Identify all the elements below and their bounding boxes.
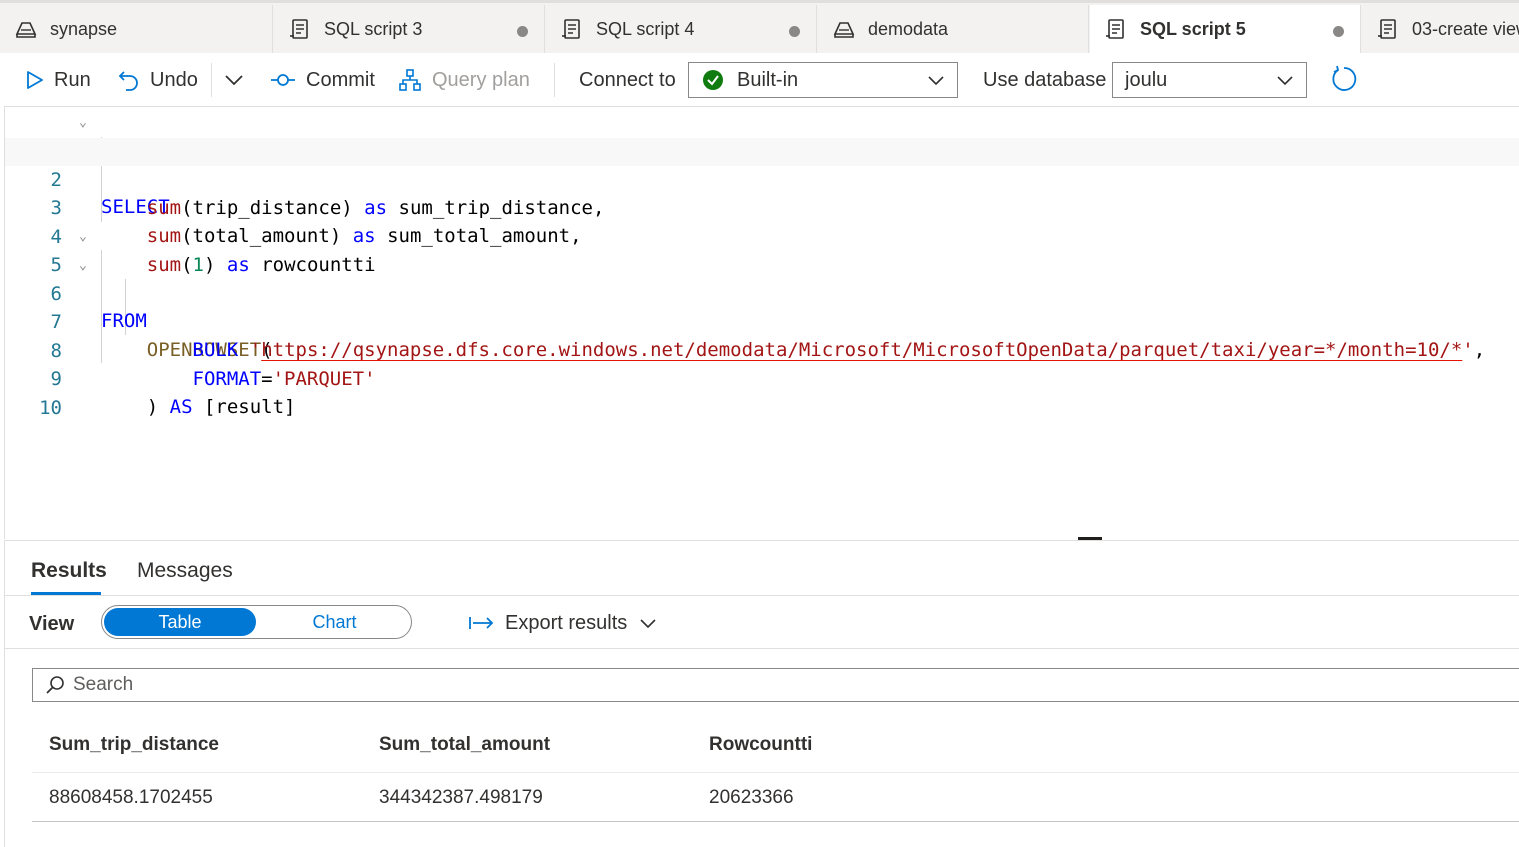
code-line: 8 FORMAT='PARQUET' — [5, 309, 1519, 390]
fold-chevron-icon[interactable]: ⌄ — [79, 223, 87, 251]
play-icon — [27, 71, 43, 89]
fold-chevron-icon[interactable]: ⌄ — [79, 109, 87, 137]
code-line: 3 sum(total_amount) as sum_total_amount, — [5, 166, 1519, 247]
code-line: 4 sum(1) as rowcountti — [5, 195, 1519, 276]
code-line: 9 ) AS [result] — [5, 337, 1519, 418]
row-divider — [32, 821, 1519, 822]
query-plan-button[interactable]: Query plan — [398, 66, 530, 94]
view-option-chart[interactable]: Chart — [262, 608, 407, 636]
connect-to-dropdown[interactable]: Built-in — [688, 62, 958, 98]
commit-icon — [271, 74, 295, 86]
export-results-button[interactable]: Export results — [469, 611, 667, 635]
chevron-down-icon — [225, 75, 243, 86]
line-number: 10 — [39, 397, 62, 419]
use-database-value: joulu — [1125, 68, 1168, 91]
undo-icon — [118, 71, 138, 91]
script-icon — [1376, 17, 1400, 41]
use-database-dropdown[interactable]: joulu — [1112, 62, 1307, 98]
view-label: View — [29, 613, 75, 635]
export-results-label: Export results — [505, 611, 628, 634]
chevron-down-icon — [1277, 76, 1293, 86]
tab-sql-script-5[interactable]: SQL script 5 — [1090, 5, 1361, 53]
divider — [5, 595, 1519, 596]
success-check-icon — [703, 70, 723, 90]
table-cell: 344342387.498179 — [379, 787, 543, 808]
database-icon — [832, 17, 856, 41]
run-label: Run — [54, 68, 91, 91]
toolbar-divider — [211, 63, 212, 97]
script-icon — [288, 17, 312, 41]
tab-sql-script-3[interactable]: SQL script 3 — [274, 5, 545, 53]
code-line: 7 BULK 'https://qsynapse.dfs.core.window… — [5, 280, 1519, 361]
sql-code-editor[interactable]: 1 ⌄ SELECT 2 sum(trip_distance) as sum_t… — [4, 107, 1519, 539]
unsaved-dot-icon — [789, 26, 800, 37]
code-line: 1 ⌄ SELECT — [5, 109, 1519, 218]
refresh-icon — [1332, 65, 1357, 91]
tab-03-create-view[interactable]: 03-create view — [1362, 5, 1519, 53]
results-pane: Results Messages View Table Chart Export… — [4, 540, 1519, 847]
undo-label: Undo — [150, 68, 198, 91]
code-line: 5 ⌄ FROM — [5, 223, 1519, 332]
tab-label: SQL script 4 — [596, 18, 695, 39]
use-database-label: Use database — [983, 68, 1107, 91]
column-header[interactable]: Sum_total_amount — [379, 734, 550, 756]
undo-button[interactable]: Undo — [118, 66, 198, 94]
keyword: AS — [169, 396, 193, 418]
table-cell: 20623366 — [709, 787, 794, 808]
document-tab-bar: synapse SQL script 3 SQL script 4 demoda… — [0, 0, 1519, 53]
editor-toolbar: Run Undo Commit Query plan Connect to Bu… — [4, 53, 1519, 107]
tab-demodata[interactable]: demodata — [818, 5, 1089, 53]
view-toggle: Table Chart — [101, 605, 412, 639]
view-option-table[interactable]: Table — [104, 608, 256, 636]
script-icon — [1104, 17, 1128, 41]
tab-label: synapse — [50, 18, 118, 39]
tab-label: SQL script 5 — [1140, 18, 1246, 39]
unsaved-dot-icon — [517, 26, 528, 37]
run-button[interactable]: Run — [26, 66, 91, 94]
tab-synapse[interactable]: synapse — [0, 5, 273, 53]
database-icon — [14, 17, 38, 41]
connect-to-label: Connect to — [579, 68, 676, 91]
script-icon — [560, 17, 584, 41]
refresh-button[interactable] — [1330, 65, 1368, 93]
undo-dropdown-button[interactable] — [224, 66, 254, 94]
results-search-input[interactable]: Search — [32, 668, 1519, 702]
chevron-down-icon — [928, 76, 944, 86]
search-placeholder: Search — [73, 674, 134, 695]
column-header[interactable]: Rowcountti — [709, 734, 812, 756]
column-header[interactable]: Sum_trip_distance — [49, 734, 219, 756]
table-cell: 88608458.1702455 — [49, 787, 213, 808]
header-divider — [32, 772, 1519, 773]
divider — [5, 648, 1519, 649]
connect-to-value: Built-in — [737, 68, 799, 91]
toolbar-divider — [554, 63, 555, 97]
code-line: 10 — [5, 366, 1519, 419]
unsaved-dot-icon — [1333, 26, 1344, 37]
tab-label: 03-create view — [1412, 18, 1519, 39]
tab-messages[interactable]: Messages — [137, 559, 233, 583]
query-plan-icon — [399, 69, 421, 91]
tab-sql-script-4[interactable]: SQL script 4 — [546, 5, 817, 53]
commit-label: Commit — [306, 68, 375, 91]
search-icon — [46, 676, 64, 694]
tab-label: demodata — [868, 18, 949, 39]
export-arrow-icon — [469, 617, 494, 629]
code-line: 6 ⌄ OPENROWSET( — [5, 252, 1519, 361]
identifier-token: [result] — [203, 396, 296, 418]
fold-chevron-icon[interactable]: ⌄ — [79, 252, 87, 280]
code-line-current: 2 sum(trip_distance) as sum_trip_distanc… — [5, 138, 1519, 219]
query-plan-label: Query plan — [432, 68, 530, 91]
tab-results[interactable]: Results — [31, 559, 107, 583]
commit-button[interactable]: Commit — [270, 66, 375, 94]
chevron-down-icon — [640, 619, 656, 629]
tab-label: SQL script 3 — [324, 18, 423, 39]
